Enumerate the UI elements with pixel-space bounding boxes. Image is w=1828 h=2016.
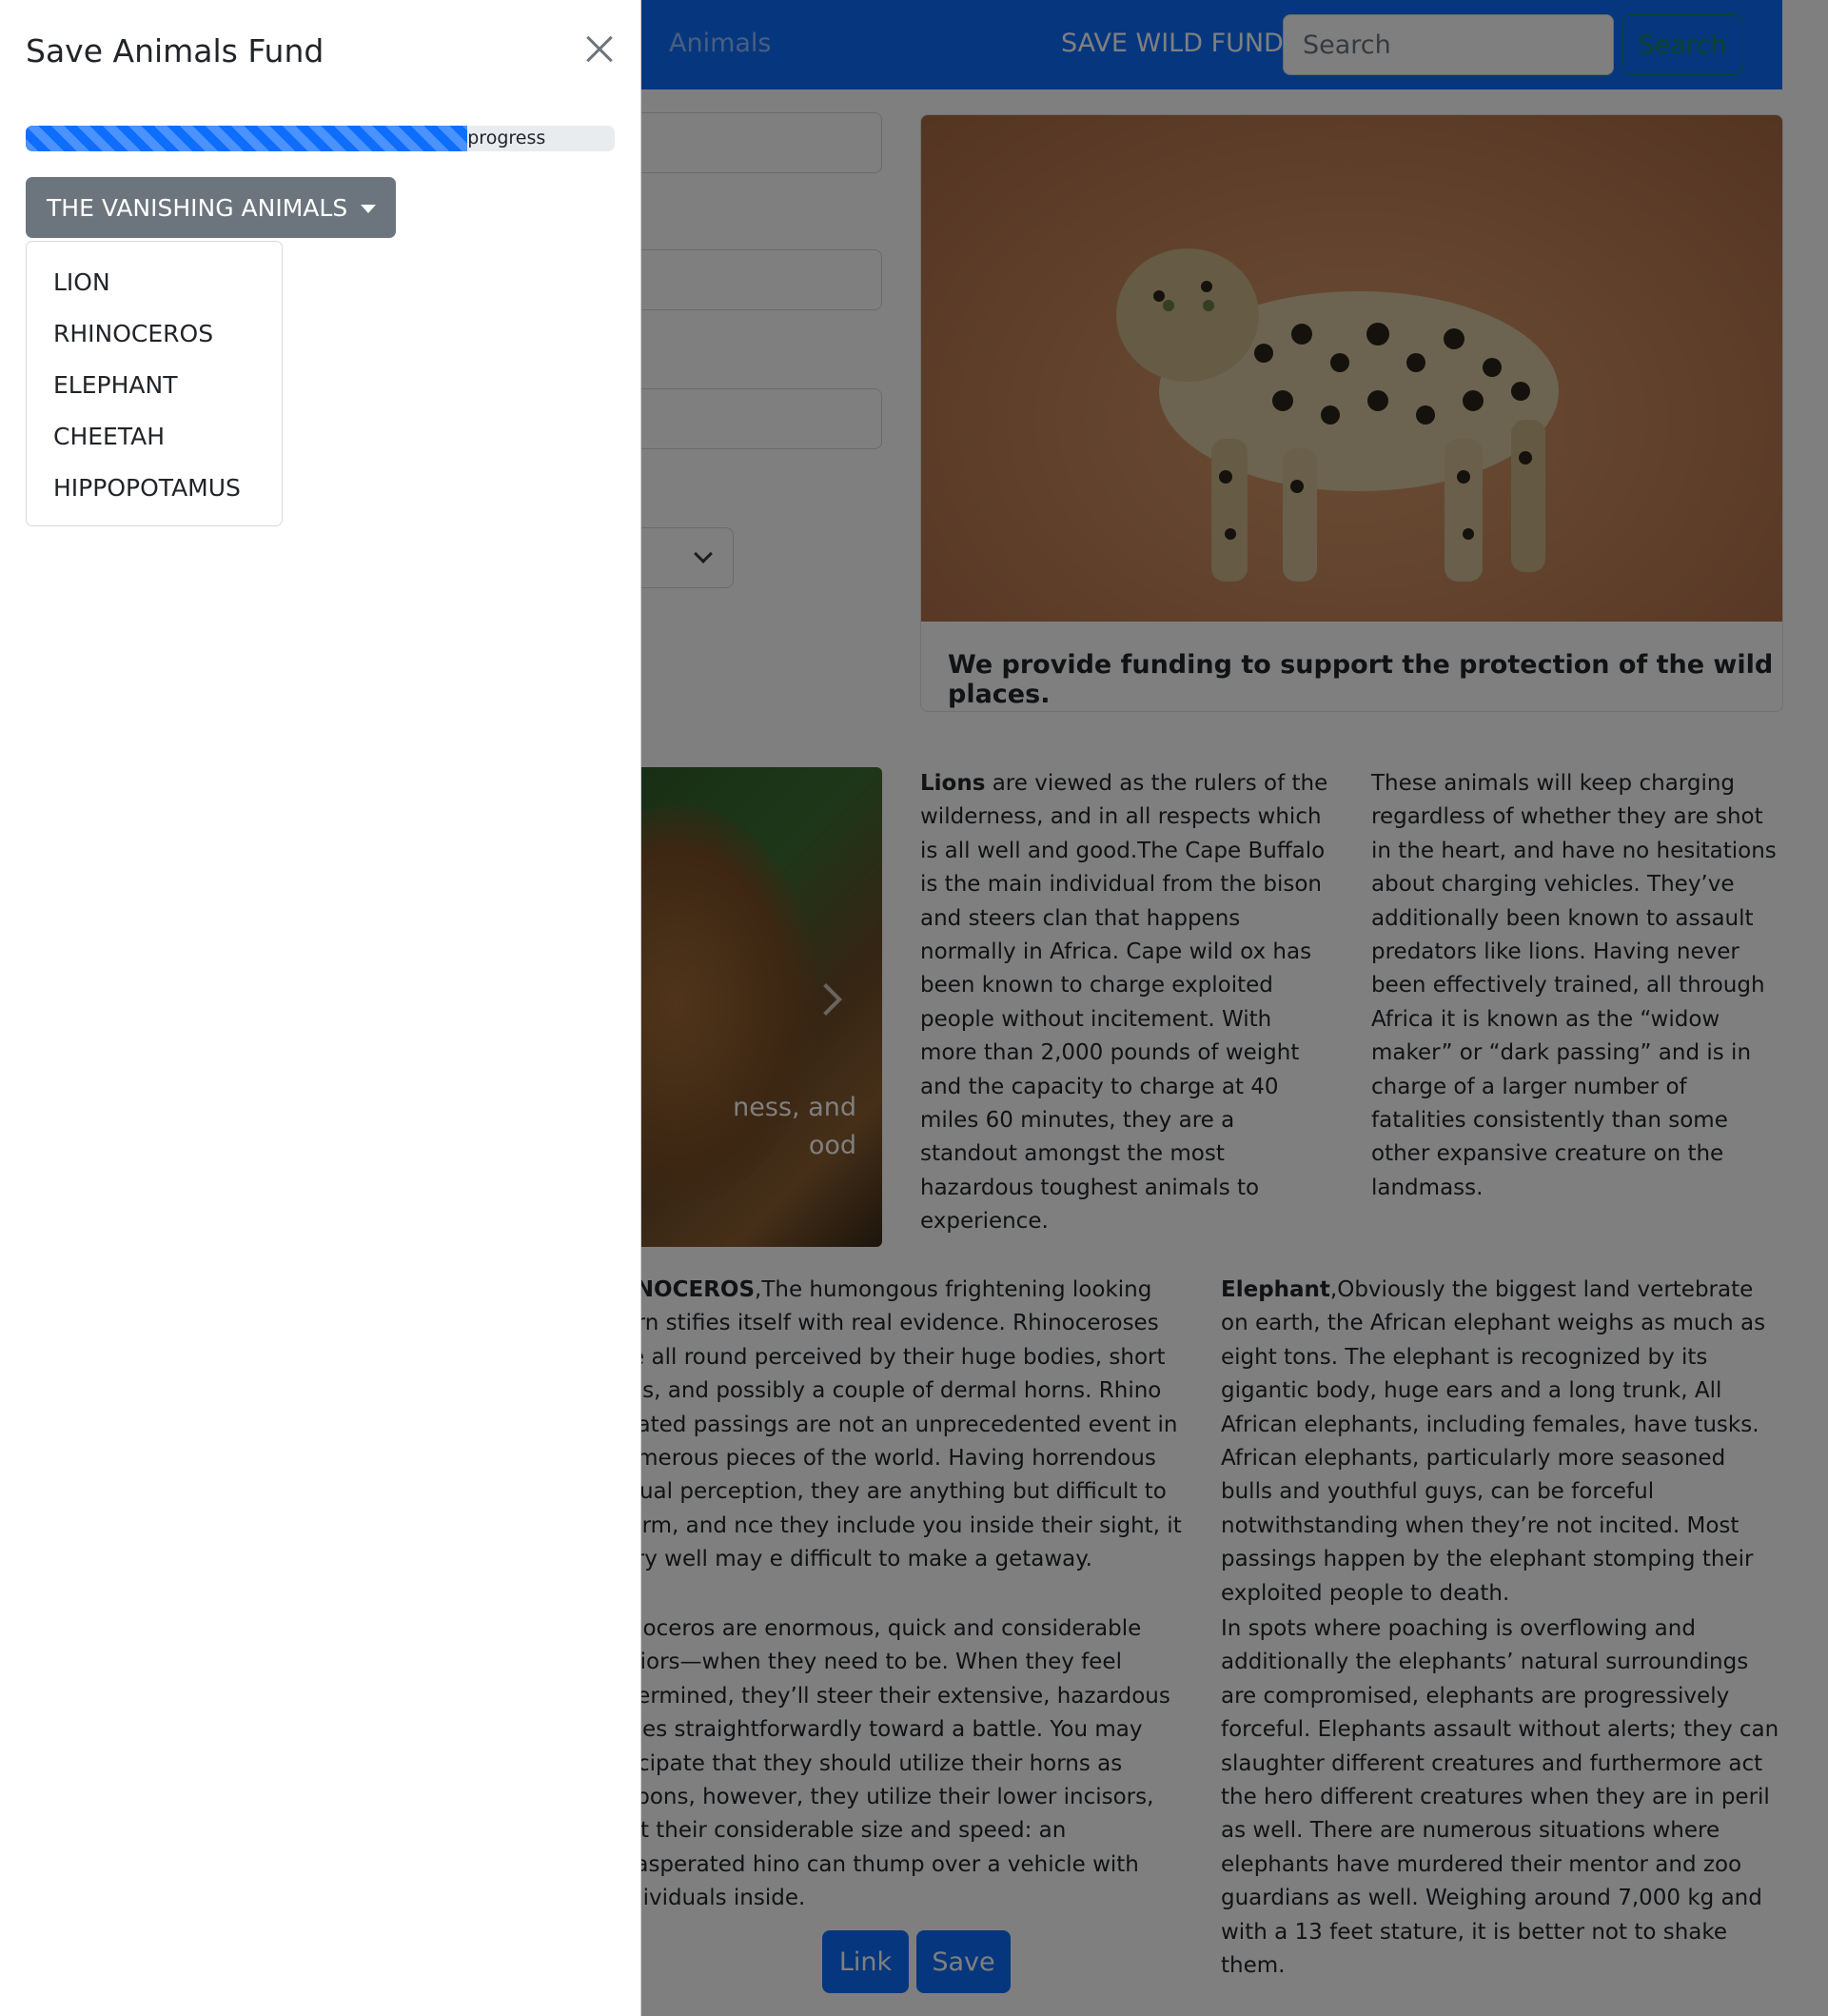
dropdown-item-elephant[interactable]: ELEPHANT — [27, 360, 282, 411]
dropdown-menu: LION RHINOCEROS ELEPHANT CHEETAH HIPPOPO… — [26, 241, 283, 526]
progress-label: progress — [467, 128, 546, 148]
vanishing-animals-dropdown-toggle[interactable]: THE VANISHING ANIMALS — [26, 177, 396, 238]
offcanvas-title: Save Animals Fund — [26, 32, 324, 69]
offcanvas-panel: Save Animals Fund progress THE VANISHING… — [0, 0, 641, 2016]
dropdown-item-rhinoceros[interactable]: RHINOCEROS — [27, 308, 282, 360]
dropdown-item-cheetah[interactable]: CHEETAH — [27, 411, 282, 463]
close-button[interactable] — [580, 30, 619, 69]
dropdown-toggle-label: THE VANISHING ANIMALS — [47, 193, 348, 222]
dropdown-item-hippopotamus[interactable]: HIPPOPOTAMUS — [27, 463, 282, 514]
caret-down-icon — [361, 205, 376, 213]
progress-track: progress — [26, 126, 615, 151]
progress-bar — [26, 126, 468, 151]
dropdown-item-lion[interactable]: LION — [27, 257, 282, 308]
